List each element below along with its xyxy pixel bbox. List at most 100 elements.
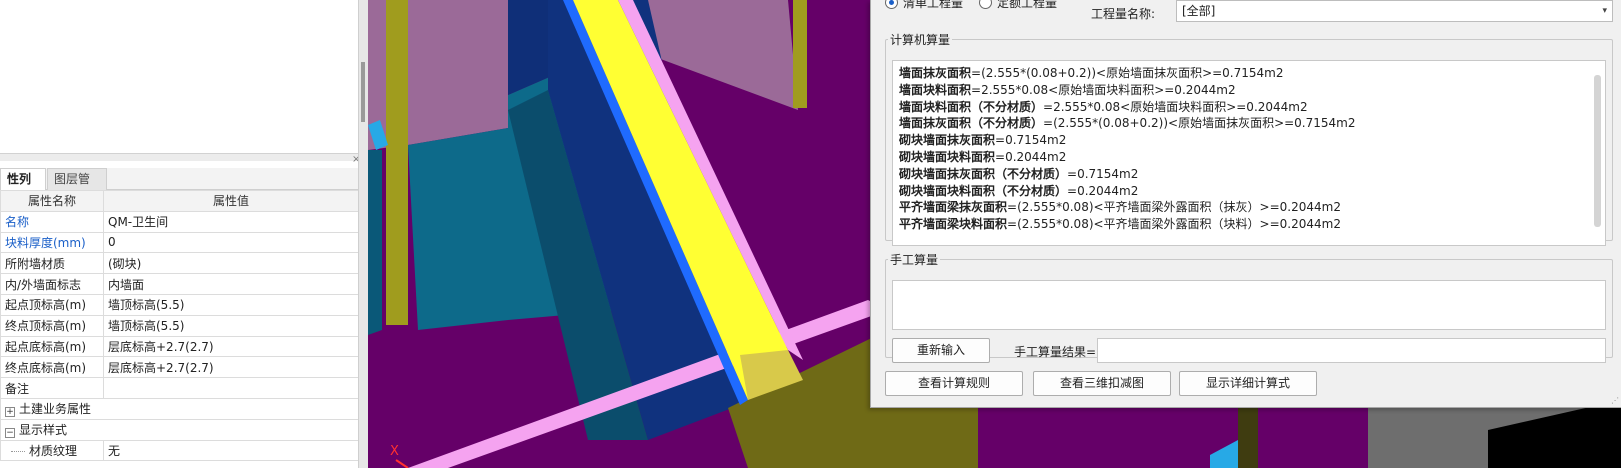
- table-row[interactable]: 起点底标高(m) 层底标高+2.7(2.7): [0, 335, 359, 358]
- reinput-button[interactable]: 重新输入: [892, 338, 990, 363]
- olive-post-right: [793, 0, 807, 108]
- table-row[interactable]: 名称 QM-卫生间: [0, 210, 359, 233]
- table-row[interactable]: 备注: [0, 377, 359, 399]
- radio-list-quantity[interactable]: 清单工程量: [885, 0, 963, 11]
- prop-value[interactable]: 墙顶标高(5.5): [103, 314, 359, 337]
- calc-line: 砌块墙面抹灰面积（不分材质）=0.7154m2: [899, 166, 1356, 183]
- table-row[interactable]: 块料厚度(mm) 0: [0, 231, 359, 254]
- show-detail-formula-button[interactable]: 显示详细计算式: [1179, 371, 1317, 396]
- property-panel: × 性列表 图层管理 属性名称 属性值 名称 QM-卫生间 块料厚度(mm) 0…: [0, 0, 368, 468]
- view-3d-deduction-button[interactable]: 查看三维扣减图: [1033, 371, 1171, 396]
- calc-lines: 墙面抹灰面积=(2.555*(0.08+0.2))<原始墙面抹灰面积>=0.71…: [899, 65, 1356, 233]
- property-table: 属性名称 属性值 名称 QM-卫生间 块料厚度(mm) 0 所附墙材质 (砌块)…: [0, 190, 359, 462]
- calc-line-expr: =0.2044m2: [995, 149, 1067, 164]
- group-row-civil[interactable]: + 土建业务属性: [0, 397, 359, 420]
- calc-line: 墙面块料面积（不分材质）=2.555*0.08<原始墙面块料面积>=0.2044…: [899, 99, 1356, 116]
- horizontal-splitter[interactable]: [0, 153, 358, 161]
- calc-line-name: 平齐墙面梁抹灰面积: [899, 200, 1008, 215]
- group-civil[interactable]: + 土建业务属性: [0, 397, 359, 420]
- quantity-name-select[interactable]: [全部] ▾: [1176, 0, 1613, 22]
- view-calc-rules-button[interactable]: 查看计算规则: [885, 371, 1023, 396]
- calc-line: 平齐墙面梁抹灰面积=(2.555*0.08)<平齐墙面梁外露面积（抹灰）>=0.…: [899, 199, 1356, 216]
- table-row[interactable]: 终点顶标高(m) 墙顶标高(5.5): [0, 314, 359, 337]
- prop-name: 终点顶标高(m): [0, 314, 104, 337]
- prop-value[interactable]: 无: [103, 439, 359, 462]
- olive-post-left: [386, 0, 408, 325]
- tab-property-list[interactable]: 性列表: [0, 168, 46, 207]
- table-row[interactable]: 终点底标高(m) 层底标高+2.7(2.7): [0, 356, 359, 379]
- calc-line-expr: =(2.555*0.08)<平齐墙面梁外露面积（抹灰）>=0.2044m2: [1007, 200, 1341, 215]
- teal-wall-edge: [368, 150, 382, 335]
- collapse-icon[interactable]: −: [5, 428, 15, 439]
- vertical-splitter[interactable]: [358, 0, 368, 468]
- calc-line-expr: =0.7154m2: [1067, 166, 1139, 181]
- calc-line-name: 砌块墙面抹灰面积: [899, 133, 996, 148]
- calc-line-name: 墙面块料面积: [899, 82, 972, 97]
- tab-layer-management[interactable]: 图层管理: [47, 168, 107, 207]
- calc-line: 砌块墙面抹灰面积=0.7154m2: [899, 132, 1356, 149]
- calc-line: 砌块墙面块料面积=0.2044m2: [899, 149, 1356, 166]
- scrollbar[interactable]: [1594, 75, 1601, 227]
- calc-line-expr: =0.2044m2: [1067, 183, 1139, 198]
- prop-name: 内/外墙面标志: [0, 273, 104, 295]
- calc-line-expr: =2.555*0.08<原始墙面块料面积>=0.2044m2: [1043, 99, 1308, 114]
- splitter-grip[interactable]: [361, 62, 365, 122]
- calc-line-expr: =(2.555*(0.08+0.2))<原始墙面抹灰面积>=0.7154m2: [1043, 116, 1356, 131]
- table-header-row: 属性名称 属性值: [0, 190, 359, 212]
- prop-name: 终点底标高(m): [0, 356, 104, 379]
- group-row-display[interactable]: − 显示样式: [0, 418, 359, 441]
- prop-value[interactable]: (砌块): [103, 252, 359, 275]
- prop-name: 所附墙材质: [0, 252, 104, 275]
- calc-line: 平齐墙面梁块料面积=(2.555*0.08)<平齐墙面梁外露面积（块料）>=0.…: [899, 216, 1356, 233]
- table-row[interactable]: 所附墙材质 (砌块): [0, 252, 359, 275]
- calc-line-expr: =2.555*0.08<原始墙面块料面积>=0.2044m2: [971, 82, 1236, 97]
- computer-calc-group: 计算机算量 墙面抹灰面积=(2.555*(0.08+0.2))<原始墙面抹灰面积…: [885, 31, 1613, 246]
- calc-line-name: 砌块墙面抹灰面积（不分材质）: [899, 166, 1068, 181]
- prop-value[interactable]: 0: [103, 231, 359, 254]
- prop-name: 材质纹理: [0, 439, 104, 462]
- radio-label: 定额工程量: [997, 0, 1058, 10]
- radio-norm-quantity[interactable]: 定额工程量: [979, 0, 1057, 11]
- computer-calc-legend: 计算机算量: [890, 33, 951, 47]
- calc-line-name: 墙面抹灰面积（不分材质）: [899, 116, 1044, 131]
- table-row[interactable]: 起点顶标高(m) 墙顶标高(5.5): [0, 293, 359, 316]
- axis-x-label: X: [390, 444, 399, 459]
- calc-line-name: 墙面抹灰面积: [899, 66, 972, 80]
- calc-line-name: 砌块墙面块料面积: [899, 149, 996, 164]
- manual-result-field[interactable]: [1097, 338, 1606, 363]
- calc-line-name: 砌块墙面块料面积（不分材质）: [899, 183, 1068, 198]
- quantity-dialog: 清单工程量 定额工程量 工程量名称: [全部] ▾ 计算机算量 墙面抹灰面积=(…: [870, 0, 1621, 408]
- prop-name: 起点顶标高(m): [0, 293, 104, 316]
- panel-tabs: 性列表 图层管理: [0, 168, 358, 207]
- calc-line-expr: =(2.555*(0.08+0.2))<原始墙面抹灰面积>=0.7154m2: [971, 66, 1284, 80]
- prop-value[interactable]: 墙顶标高(5.5): [103, 293, 359, 316]
- radio-label: 清单工程量: [903, 0, 964, 10]
- radio-circle[interactable]: [979, 0, 992, 9]
- prop-value[interactable]: 层底标高+2.7(2.7): [103, 356, 359, 379]
- table-row[interactable]: 内/外墙面标志 内墙面: [0, 273, 359, 295]
- prop-name-text: 材质纹理: [29, 443, 78, 458]
- group-display[interactable]: − 显示样式: [0, 418, 359, 441]
- calc-line: 砌块墙面块料面积（不分材质）=0.2044m2: [899, 183, 1356, 200]
- calc-results-box[interactable]: 墙面抹灰面积=(2.555*(0.08+0.2))<原始墙面抹灰面积>=0.71…: [892, 60, 1606, 246]
- column-header-name: 属性名称: [0, 190, 104, 212]
- group-label: 土建业务属性: [19, 402, 92, 417]
- dropdown-arrow-icon[interactable]: ▾: [1602, 1, 1607, 21]
- prop-name: 名称: [0, 210, 104, 233]
- prop-value[interactable]: 内墙面: [103, 273, 359, 295]
- radio-circle-checked[interactable]: [885, 0, 898, 9]
- quantity-name-value: [全部]: [1182, 4, 1216, 18]
- manual-calc-group: 手工算量 重新输入 手工算量结果=: [885, 251, 1613, 363]
- calc-line-name: 墙面块料面积（不分材质）: [899, 99, 1044, 114]
- resize-grip-icon[interactable]: ⋰: [1611, 397, 1619, 405]
- prop-name: 块料厚度(mm): [0, 231, 104, 254]
- table-row[interactable]: 材质纹理 无: [0, 439, 359, 462]
- prop-value[interactable]: [103, 377, 359, 399]
- prop-value[interactable]: 层底标高+2.7(2.7): [103, 335, 359, 358]
- prop-name: 起点底标高(m): [0, 335, 104, 358]
- prop-value[interactable]: QM-卫生间: [103, 210, 359, 233]
- calc-line-name: 平齐墙面梁块料面积: [899, 217, 1008, 232]
- quantity-name-label: 工程量名称:: [1091, 7, 1156, 21]
- manual-formula-input[interactable]: [892, 280, 1606, 330]
- expand-icon[interactable]: +: [5, 407, 15, 418]
